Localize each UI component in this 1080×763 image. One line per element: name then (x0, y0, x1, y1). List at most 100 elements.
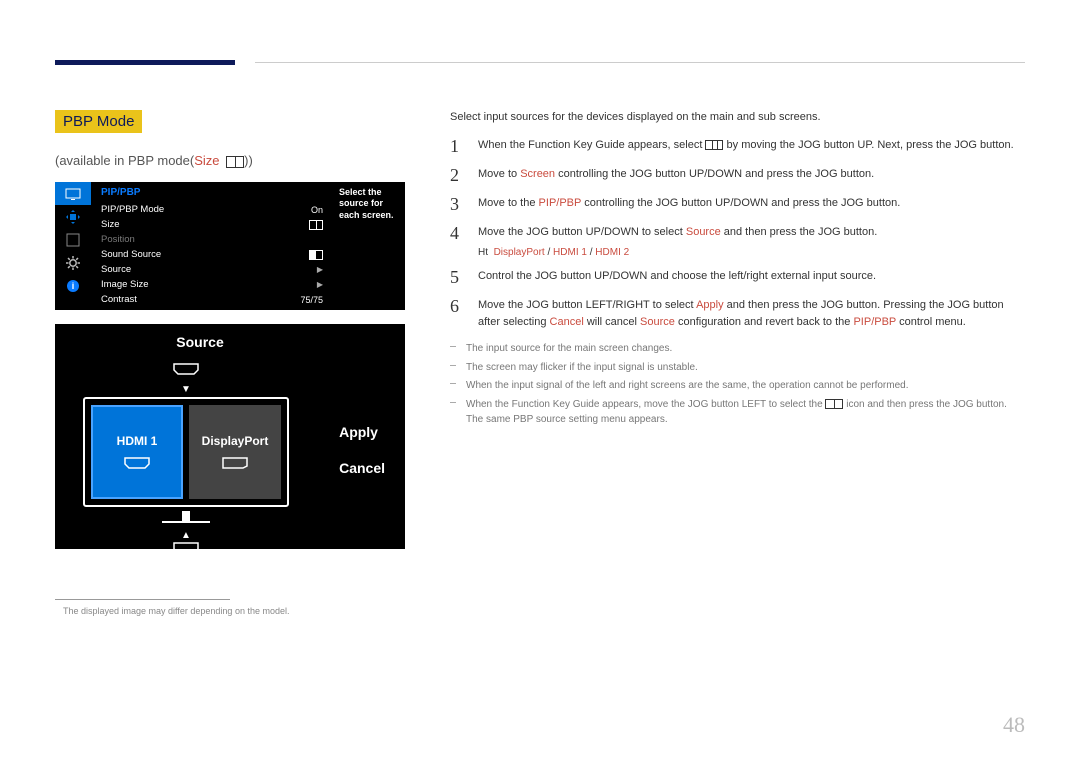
osd-tab-picture[interactable] (55, 182, 91, 205)
note-1-text: The input source for the main screen cha… (466, 341, 672, 357)
osd-menu-items: PIP/PBP PIP/PBP Mode On Size Position So… (91, 182, 333, 310)
step-1-pre: When the Function Key Guide appears, sel… (478, 139, 705, 151)
page-number: 48 (1003, 712, 1025, 738)
step-3-post: controlling the JOG button UP/DOWN and p… (581, 197, 900, 209)
step-num-4: 4 (450, 224, 464, 242)
osd-tab-pip[interactable] (55, 205, 91, 228)
opts-prefix: Ht (478, 247, 488, 258)
step-1: 1 When the Function Key Guide appears, s… (450, 137, 1025, 155)
osd-row-mode-label: PIP/PBP Mode (101, 204, 164, 215)
step-2: 2 Move to Screen controlling the JOG but… (450, 166, 1025, 184)
step-1-text: When the Function Key Guide appears, sel… (478, 137, 1025, 154)
header-accent-bar (55, 60, 235, 65)
note-3-text: When the input signal of the left and ri… (466, 378, 909, 394)
pbp-split-icon (226, 156, 244, 168)
osd-row-sound-source[interactable]: Sound Source (91, 247, 333, 262)
osd-row-size[interactable]: Size (91, 217, 333, 232)
opt-hdmi1: HDMI 1 (553, 247, 587, 258)
pbp-right-label: DisplayPort (202, 434, 269, 448)
apply-button[interactable]: Apply (339, 424, 385, 440)
step-6b-cancel: Cancel (550, 316, 584, 328)
step-1-post: by moving the JOG button UP. Next, press… (723, 139, 1013, 151)
step-num-2: 2 (450, 166, 464, 184)
step-6-pre: Move the JOG button LEFT/RIGHT to select (478, 299, 696, 311)
osd-hint-text: Select the source for each screen. (333, 182, 405, 310)
monitor-outline: HDMI 1 DisplayPort (83, 397, 289, 507)
section-title-badge: PBP Mode (55, 110, 142, 133)
osd-tab-settings[interactable] (55, 251, 91, 274)
osd-row-contrast-value: 75/75 (300, 295, 323, 305)
top-port-icon (166, 359, 206, 379)
step-3-red: PIP/PBP (539, 197, 582, 209)
header-rule (255, 62, 1025, 63)
osd-row-image-size-label: Image Size (101, 279, 149, 290)
source-panel-title: Source (0, 334, 405, 350)
pbp-right-screen[interactable]: DisplayPort (189, 405, 281, 499)
subtitle-size-label: Size (194, 153, 219, 168)
footnote-text: The displayed image may differ depending… (55, 606, 420, 616)
notes-list: The input source for the main screen cha… (450, 341, 1025, 428)
step-6: 6 Move the JOG button LEFT/RIGHT to sele… (450, 297, 1025, 330)
osd-row-contrast-label: Contrast (101, 294, 137, 305)
chevron-right-icon: ▶ (317, 265, 323, 274)
pbp-left-screen[interactable]: HDMI 1 (91, 405, 183, 499)
step-2-pre: Move to (478, 168, 520, 180)
step-2-red: Screen (520, 168, 555, 180)
step-5: 5 Control the JOG button UP/DOWN and cho… (450, 268, 1025, 286)
step-6b-post: control menu. (896, 316, 966, 328)
dash-icon (450, 360, 460, 376)
hdmi-port-icon (123, 456, 151, 470)
cancel-button[interactable]: Cancel (339, 460, 385, 476)
source-selection-panel: Source ▼ HDMI 1 DisplayPort (55, 324, 405, 549)
osd-tab-info[interactable]: i (55, 274, 91, 297)
step-2-text: Move to Screen controlling the JOG butto… (478, 166, 1025, 183)
step-num-3: 3 (450, 195, 464, 213)
note-1: The input source for the main screen cha… (450, 341, 1025, 357)
osd-row-position-label: Position (101, 234, 135, 245)
step-4-options: Ht DisplayPort / HDMI 1 / HDMI 2 (478, 247, 1025, 258)
dash-icon (450, 378, 460, 394)
subtitle-prefix: (available in PBP mode( (55, 153, 194, 168)
monitor-illustration: ▼ HDMI 1 DisplayPort ▲ (83, 359, 289, 555)
step-5-text: Control the JOG button UP/DOWN and choos… (478, 268, 1025, 285)
step-4-post: and then press the JOG button. (721, 226, 878, 238)
osd-row-source[interactable]: Source ▶ (91, 262, 333, 277)
osd-tab-display[interactable] (55, 228, 91, 251)
step-6b-mid2: configuration and revert back to the (675, 316, 854, 328)
osd-row-image-size[interactable]: Image Size ▶ (91, 277, 333, 292)
note-4-a: When the Function Key Guide appears, mov… (466, 399, 825, 410)
osd-row-mode-value: On (311, 205, 323, 215)
step-4-text: Move the JOG button UP/DOWN to select So… (478, 224, 1025, 241)
note-4: When the Function Key Guide appears, mov… (450, 397, 1025, 428)
chevron-right-icon: ▶ (317, 280, 323, 289)
osd-menu-tabs: i (55, 182, 91, 310)
monitor-stand-icon (158, 511, 214, 527)
step-3: 3 Move to the PIP/PBP controlling the JO… (450, 195, 1025, 213)
osd-size-icon (309, 220, 323, 230)
right-column: Select input sources for the devices dis… (450, 110, 1025, 616)
step-3-text: Move to the PIP/PBP controlling the JOG … (478, 195, 1025, 212)
step-2-post: controlling the JOG button UP/DOWN and p… (555, 168, 874, 180)
step-4-red: Source (686, 226, 721, 238)
osd-row-contrast[interactable]: Contrast 75/75 (91, 292, 333, 307)
dash-icon (450, 397, 460, 428)
left-column: PBP Mode (available in PBP mode(Size )) (55, 110, 420, 616)
step-num-6: 6 (450, 297, 464, 315)
displayport-icon (221, 456, 249, 470)
osd-row-source-label: Source (101, 264, 131, 275)
dash-icon (450, 341, 460, 357)
osd-menu: i PIP/PBP PIP/PBP Mode On Size Position (55, 182, 405, 310)
osd-row-position: Position (91, 232, 333, 247)
subtitle-suffix: )) (244, 153, 253, 168)
intro-text: Select input sources for the devices dis… (450, 110, 1025, 125)
menu-icon (705, 140, 723, 150)
svg-text:i: i (72, 281, 75, 291)
pbp-left-label: HDMI 1 (117, 434, 158, 448)
pbp-switch-icon (825, 399, 843, 409)
page: PBP Mode (available in PBP mode(Size )) (0, 0, 1080, 763)
osd-sound-icon (309, 250, 323, 260)
footnote-rule (55, 599, 230, 600)
bottom-port-icon: ▲ (166, 531, 206, 555)
step-4-pre: Move the JOG button UP/DOWN to select (478, 226, 686, 238)
osd-row-mode[interactable]: PIP/PBP Mode On (91, 202, 333, 217)
